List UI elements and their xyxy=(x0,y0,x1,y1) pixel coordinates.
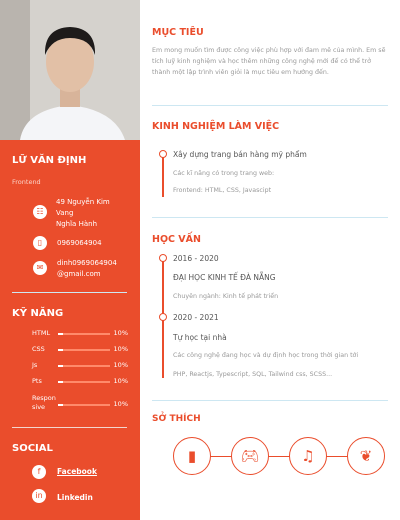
objective-text: Em mong muốn tìm được công việc phù hợp … xyxy=(152,47,386,76)
phone-icon: ▯ xyxy=(33,236,47,250)
hobbies-title: SỞ THÍCH xyxy=(152,414,201,424)
email-line: dinh0969064904 xyxy=(57,259,117,267)
address-text: 49 Nguyễn Kim Vang Nghĩa Hành xyxy=(56,197,110,230)
skill-row: Respon sive 10% xyxy=(32,394,128,411)
email-line: @gmail.com xyxy=(57,270,101,278)
facebook-icon[interactable]: f xyxy=(32,465,46,479)
profile-photo xyxy=(0,0,140,140)
phone-text: 0969064904 xyxy=(57,239,102,247)
timeline-dot xyxy=(159,313,167,321)
education-school: Tự học tại nhà xyxy=(173,333,227,342)
education-detail: Các công nghệ đang học và dự định học tr… xyxy=(173,352,359,359)
timeline-dot xyxy=(159,254,167,262)
skill-percent: 10% xyxy=(113,361,128,369)
linkedin-link[interactable]: Linkedin xyxy=(57,493,93,502)
email-text: dinh0969064904 @gmail.com xyxy=(57,258,117,280)
divider xyxy=(152,400,388,401)
profile-name: LỮ VĂN ĐỊNH xyxy=(12,155,87,166)
education-detail: Chuyên ngành: Kinh tế phát triển xyxy=(173,293,279,300)
skill-bar-fill xyxy=(58,404,64,406)
hobby-connector xyxy=(192,456,372,457)
experience-line: Các kĩ năng có trong trang web: xyxy=(173,170,275,177)
avatar xyxy=(0,0,140,140)
divider xyxy=(12,292,127,293)
skill-row: CSS 10% xyxy=(32,345,128,355)
address-line: Nghĩa Hành xyxy=(56,220,98,228)
education-title: HỌC VẤN xyxy=(152,234,201,245)
experience-line: Frontend: HTML, CSS, Javascipt xyxy=(173,187,272,194)
skill-row: HTML 10% xyxy=(32,329,128,339)
music-icon: ♫ xyxy=(289,437,327,475)
skill-row: Pts 10% xyxy=(32,377,128,387)
address-icon: ☷ xyxy=(33,205,47,219)
sidebar: LỮ VĂN ĐỊNH Frontend ☷ 49 Nguyễn Kim Van… xyxy=(0,0,140,520)
experience-title: KINH NGHIỆM LÀM VIỆC xyxy=(152,121,280,132)
divider xyxy=(152,105,388,106)
experience-project: Xây dựng trang bán hàng mỹ phẩm xyxy=(173,150,307,159)
skill-name: Pts xyxy=(32,377,42,385)
address-line: 49 Nguyễn Kim xyxy=(56,198,110,206)
social-title: SOCIAL xyxy=(12,443,53,454)
facebook-link[interactable]: Facebook xyxy=(57,467,97,476)
main-content: MỤC TIÊU Em mong muốn tìm được công việc… xyxy=(140,0,400,520)
timeline-line xyxy=(162,155,164,197)
email-icon: ✉ xyxy=(33,261,47,275)
skill-percent: 10% xyxy=(113,377,128,385)
skill-bar xyxy=(58,333,110,335)
education-school: ĐẠI HỌC KINH TẾ ĐÀ NẴNG xyxy=(173,273,276,282)
education-detail: PHP, Reactjs, Typescript, SQL, Tailwind … xyxy=(173,371,333,378)
skill-row: Js 10% xyxy=(32,361,128,371)
education-years: 2020 - 2021 xyxy=(173,313,219,322)
skill-bar-fill xyxy=(58,333,64,335)
skill-percent: 10% xyxy=(113,329,128,337)
education-years: 2016 - 2020 xyxy=(173,254,219,263)
divider xyxy=(152,217,388,218)
profile-role: Frontend xyxy=(12,178,41,186)
objective-title: MỤC TIÊU xyxy=(152,27,204,38)
skill-name: CSS xyxy=(32,345,45,353)
skill-name: HTML xyxy=(32,329,51,337)
skill-bar xyxy=(58,381,110,383)
skill-bar-fill xyxy=(58,365,64,367)
skill-name: Js xyxy=(32,361,38,369)
skill-bar xyxy=(58,404,110,406)
skill-percent: 10% xyxy=(113,345,128,353)
leaf-icon: ❦ xyxy=(347,437,385,475)
skill-bar-fill xyxy=(58,349,64,351)
gamepad-icon: 🎮︎ xyxy=(231,437,269,475)
skill-bar xyxy=(58,365,110,367)
skill-name: Respon sive xyxy=(32,394,56,411)
skill-bar-fill xyxy=(58,381,64,383)
skill-bar xyxy=(58,349,110,351)
skills-title: KỸ NĂNG xyxy=(12,308,64,319)
address-line: Vang xyxy=(56,209,74,217)
book-icon: ▮ xyxy=(173,437,211,475)
skill-percent: 10% xyxy=(113,400,128,408)
divider xyxy=(12,427,127,428)
timeline-dot xyxy=(159,150,167,158)
linkedin-icon[interactable]: in xyxy=(32,489,46,503)
